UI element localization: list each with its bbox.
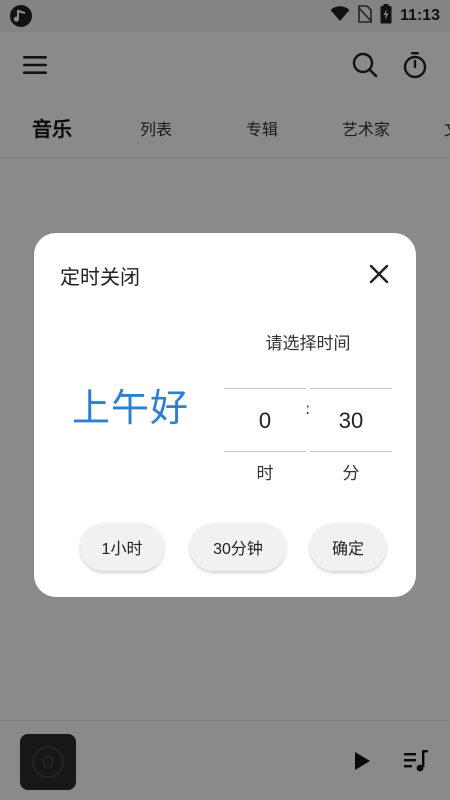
time-separator: :	[305, 399, 311, 418]
hour-picker-bottom-line	[224, 451, 306, 452]
hour-picker-top-line	[224, 388, 306, 389]
sleep-timer-dialog: 定时关闭 请选择时间 上午好 0 时 : 30 分 1小时 30分钟 确定	[34, 233, 416, 597]
hour-picker[interactable]: 0	[225, 408, 305, 434]
close-icon[interactable]	[366, 261, 392, 287]
minute-picker[interactable]: 30	[311, 408, 391, 434]
hour-unit-label: 时	[256, 464, 274, 484]
confirm-button[interactable]: 确定	[310, 523, 386, 571]
time-prompt: 请选择时间	[265, 334, 351, 354]
minute-picker-top-line	[310, 388, 392, 389]
dialog-title: 定时关闭	[60, 265, 140, 289]
thirty-minutes-button[interactable]: 30分钟	[190, 523, 286, 571]
minute-picker-bottom-line	[310, 451, 392, 452]
greeting-text: 上午好	[72, 386, 190, 430]
minute-unit-label: 分	[342, 464, 360, 484]
one-hour-button[interactable]: 1小时	[80, 523, 164, 571]
